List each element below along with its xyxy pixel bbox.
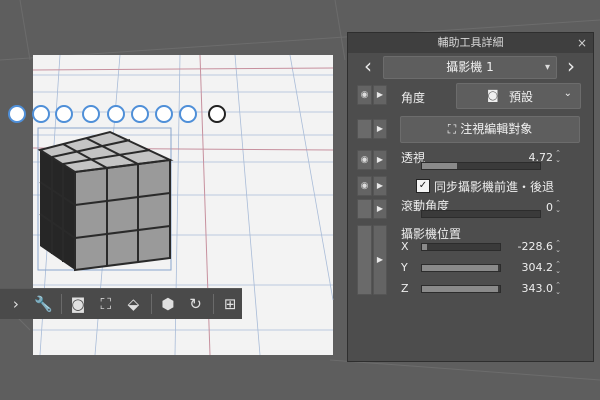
object-view-icon[interactable]: ⬢: [156, 291, 180, 317]
x-slider-fill: [422, 244, 427, 250]
close-icon[interactable]: ×: [577, 33, 587, 53]
play-icon[interactable]: ▶: [373, 150, 387, 170]
camera-position-label: 攝影機位置: [401, 227, 462, 241]
focus-icon[interactable]: ⛶: [94, 291, 118, 317]
wrench-icon[interactable]: 🔧: [32, 291, 56, 317]
chevron-down-icon: ▾: [544, 62, 550, 73]
z-stepper[interactable]: ⌃ ⌄: [554, 282, 562, 296]
z-slider-fill: [422, 286, 498, 292]
previous-subtool-button[interactable]: ‹: [358, 55, 378, 79]
x-stepper[interactable]: ⌃ ⌄: [554, 240, 562, 254]
roll-angle-stepper[interactable]: ⌃ ⌄: [554, 200, 562, 214]
rubiks-cube-model[interactable]: [37, 130, 174, 272]
toolbar-divider: [213, 294, 215, 314]
angle-label: 角度: [401, 91, 426, 105]
move-plane-icon[interactable]: [155, 105, 173, 123]
perspective-stepper[interactable]: ⌃ ⌄: [554, 150, 562, 164]
y-stepper[interactable]: ⌃ ⌄: [554, 261, 562, 275]
rotate-camera-icon[interactable]: [8, 105, 26, 123]
chevron-right-icon[interactable]: ›: [4, 291, 28, 317]
subtool-selector-row: ‹ 攝影機 1 ▾ ›: [348, 55, 593, 79]
move-camera-forward-icon[interactable]: [55, 105, 73, 123]
rotate-plane-icon[interactable]: [179, 105, 197, 123]
toggle-bar-icon[interactable]: [357, 119, 372, 139]
move-object-icon[interactable]: [82, 105, 100, 123]
play-icon[interactable]: ▶: [373, 85, 387, 105]
chevron-down-icon: ⌄: [563, 88, 572, 99]
sync-camera-checkbox[interactable]: ✓: [416, 179, 430, 193]
z-value[interactable]: 343.0: [500, 282, 554, 295]
toggle-bar-icon[interactable]: [357, 199, 372, 219]
toolbar-divider: [61, 294, 63, 314]
play-icon[interactable]: ▶: [373, 225, 387, 295]
y-value[interactable]: 304.2: [500, 261, 554, 274]
subtool-select[interactable]: 攝影機 1 ▾: [383, 56, 557, 79]
eye-icon[interactable]: ◉: [357, 85, 372, 105]
rotate-object-icon[interactable]: [107, 105, 125, 123]
y-slider[interactable]: [421, 264, 501, 272]
eye-icon[interactable]: ◉: [357, 176, 372, 196]
focus-icon: ⛶: [447, 122, 457, 136]
x-slider[interactable]: [421, 243, 501, 251]
z-slider[interactable]: [421, 285, 501, 293]
palette-titlebar[interactable]: 輔助工具詳細 ×: [348, 33, 593, 53]
sync-camera-label: 同步攝影機前進・後退: [434, 180, 555, 194]
focus-edit-target-button[interactable]: ⛶ 注視編輯對象: [400, 116, 580, 143]
object-launcher-toolbar: › 🔧 ◙ ⛶ ⬙ ⬢ ↻ ⊞: [0, 288, 242, 319]
reset-rotation-icon[interactable]: [208, 105, 226, 123]
subtool-detail-palette: 輔助工具詳細 × ‹ 攝影機 1 ▾ › ◉ ▶ ▶ ◉ ▶ ◉ ▶ ▶ ▶ 角…: [347, 32, 594, 362]
floor-icon[interactable]: ⬙: [122, 291, 146, 317]
x-label: X: [401, 240, 409, 253]
play-icon[interactable]: ▶: [373, 176, 387, 196]
move-camera-icon[interactable]: [32, 105, 50, 123]
palette-title: 輔助工具詳細: [437, 36, 504, 49]
rotate-object-2-icon[interactable]: [131, 105, 149, 123]
next-subtool-button[interactable]: ›: [561, 55, 581, 79]
focus-edit-target-label: 注視編輯對象: [460, 122, 533, 136]
perspective-value[interactable]: 4.72: [503, 151, 554, 164]
object-manipulator[interactable]: [8, 105, 226, 123]
play-icon[interactable]: ▶: [373, 119, 387, 139]
x-value[interactable]: -228.6: [500, 240, 553, 253]
y-label: Y: [401, 261, 408, 274]
camera-icon: ◙: [487, 88, 499, 102]
toolbar-divider: [151, 294, 153, 314]
rotate-view-icon[interactable]: ↻: [184, 291, 208, 317]
layout-icon[interactable]: ⊞: [218, 291, 242, 317]
eye-icon[interactable]: ◉: [357, 150, 372, 170]
camera-icon[interactable]: ◙: [66, 291, 90, 317]
z-label: Z: [401, 282, 409, 295]
play-icon[interactable]: ▶: [373, 199, 387, 219]
toggle-bar-icon[interactable]: [357, 225, 372, 295]
subtool-name: 攝影機 1: [446, 60, 494, 74]
angle-value: 預設: [509, 90, 534, 104]
perspective-slider-fill: [422, 163, 458, 169]
roll-angle-value[interactable]: 0: [503, 201, 553, 214]
angle-select[interactable]: ◙ 預設 ⌄: [456, 83, 581, 109]
y-slider-fill: [422, 265, 498, 271]
